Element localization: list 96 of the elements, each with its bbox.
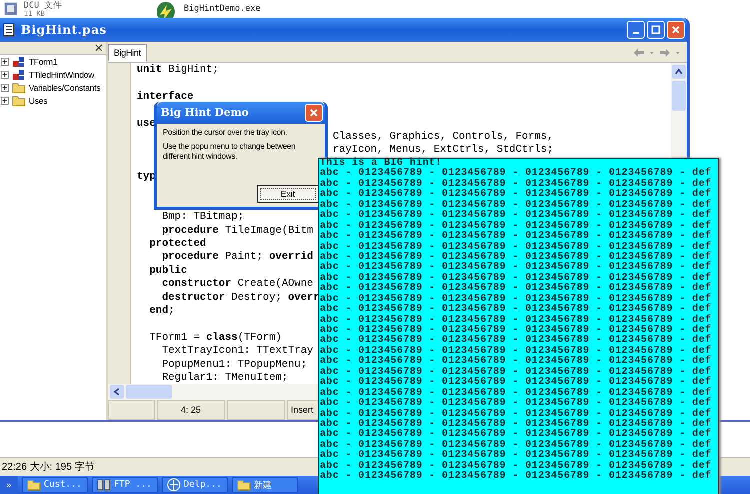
hint-line: abc - 0123456789 - 0123456789 - 0123456789 - 0123456789 - def xyxy=(320,274,712,284)
hint-line: abc - 0123456789 - 0123456789 - 0123456789 - 0123456789 - def xyxy=(320,316,712,326)
class-icon xyxy=(12,68,26,82)
hint-line: abc - 0123456789 - 0123456789 - 0123456789 - 0123456789 - def xyxy=(320,451,712,462)
insert-mode: Insert xyxy=(291,405,314,415)
scroll-thumb[interactable] xyxy=(672,81,686,111)
dialog-message: Use the popu menu to change between different hint windows. xyxy=(163,142,297,162)
taskbar-button[interactable]: 新建 xyxy=(232,477,298,493)
globe-icon xyxy=(167,478,181,492)
scroll-up-icon[interactable] xyxy=(675,68,683,76)
tree-item[interactable]: TTiledHintWindow xyxy=(29,70,94,80)
code-line: Bmp: TBitmap; xyxy=(161,211,244,224)
code-line: rayIcon, Menus, ExtCtrls, StdCtrls; xyxy=(333,144,554,158)
file-icon xyxy=(4,1,18,17)
hint-line: abc - 0123456789 - 0123456789 - 0123456789 - 0123456789 - def xyxy=(320,357,712,368)
folder-icon xyxy=(237,478,251,492)
hint-line: abc - 0123456789 - 0123456789 - 0123456789 - 0123456789 - def xyxy=(320,211,712,222)
server-icon xyxy=(97,478,111,492)
hint-line: abc - 0123456789 - 0123456789 - 0123456789 - 0123456789 - def xyxy=(320,252,712,263)
hint-line: abc - 0123456789 - 0123456789 - 0123456789 - 0123456789 - def xyxy=(320,169,712,180)
file-name[interactable]: BigHintDemo.exe xyxy=(184,4,261,14)
status-panel xyxy=(227,400,285,420)
exit-button[interactable]: Exit xyxy=(257,185,319,203)
folder-icon xyxy=(12,80,26,94)
tree-item[interactable]: TForm1 xyxy=(29,56,58,66)
scroll-left-icon[interactable] xyxy=(113,388,121,396)
hint-line: abc - 0123456789 - 0123456789 - 0123456789 - 0123456789 - def xyxy=(320,336,712,346)
quick-launch-expand[interactable]: » xyxy=(0,476,18,494)
code-line: Regular1: TMenuItem; xyxy=(161,372,288,384)
close-icon xyxy=(309,108,319,118)
hint-line: abc - 0123456789 - 0123456789 - 0123456789 - 0123456789 - def xyxy=(320,399,712,410)
hint-title: This is a BIG hint! xyxy=(320,159,442,169)
folder-icon xyxy=(27,478,41,492)
folder-icon xyxy=(12,94,26,108)
expander-icon[interactable] xyxy=(1,96,9,104)
code-line: end; xyxy=(148,305,175,318)
hint-line: abc - 0123456789 - 0123456789 - 0123456789 - 0123456789 - def xyxy=(320,378,712,388)
maximize-icon xyxy=(651,25,661,35)
close-button[interactable] xyxy=(667,21,685,39)
file-tab[interactable]: BigHint xyxy=(108,44,147,62)
taskbar-button[interactable]: Cust... xyxy=(22,477,88,493)
hint-line: abc - 0123456789 - 0123456789 - 0123456789 - 0123456789 - def xyxy=(320,368,712,378)
hint-line: abc - 0123456789 - 0123456789 - 0123456789 - 0123456789 - def xyxy=(320,294,712,305)
hint-line: abc - 0123456789 - 0123456789 - 0123456789 - 0123456789 - def xyxy=(320,190,712,200)
status-text: 22:26 大小: 195 字节 xyxy=(2,460,95,474)
code-line: Classes, Graphics, Controls, Forms, xyxy=(333,130,554,144)
expander-icon[interactable] xyxy=(1,84,9,92)
code-line: procedure Paint; overrid xyxy=(161,251,314,264)
expander-icon[interactable] xyxy=(1,70,9,78)
hint-line: abc - 0123456789 - 0123456789 - 0123456789 - 0123456789 - def xyxy=(320,180,712,190)
cursor-position: 4: 25 xyxy=(180,405,202,415)
code-line: procedure TileImage(Bitm xyxy=(161,224,314,237)
hint-line: abc - 0123456789 - 0123456789 - 0123456789 - 0123456789 - def xyxy=(320,222,712,232)
code-line: TextTrayIcon1: TTextTray xyxy=(161,345,314,358)
close-button[interactable] xyxy=(305,104,323,122)
hint-line: abc - 0123456789 - 0123456789 - 0123456789 - 0123456789 - def xyxy=(320,200,712,211)
minimize-button[interactable] xyxy=(627,21,645,39)
hint-line: abc - 0123456789 - 0123456789 - 0123456789 - 0123456789 - def xyxy=(320,326,712,336)
code-line: interface xyxy=(137,90,194,103)
expander-icon[interactable] xyxy=(1,58,9,66)
hint-line: abc - 0123456789 - 0123456789 - 0123456789 - 0123456789 - def xyxy=(320,388,712,399)
code-line: protected xyxy=(148,238,206,250)
close-icon[interactable] xyxy=(95,44,103,52)
taskbar-button[interactable]: FTP ... xyxy=(92,477,158,493)
code-line: unit BigHint; xyxy=(137,64,219,76)
code-line: constructor Create(AOwne xyxy=(161,278,314,290)
minimize-icon xyxy=(633,32,639,34)
code-line: PopupMenu1: TPopupMenu; xyxy=(161,358,308,371)
code-line: TForm1 = class(TForm) xyxy=(148,332,282,344)
hint-line: abc - 0123456789 - 0123456789 - 0123456789 - 0123456789 - def xyxy=(320,440,712,451)
hint-line: abc - 0123456789 - 0123456789 - 0123456789 - 0123456789 - def xyxy=(320,232,712,242)
hint-line: abc - 0123456789 - 0123456789 - 0123456789 - 0123456789 - def xyxy=(320,263,712,274)
code-line: public xyxy=(148,264,188,277)
dialog-title: Big Hint Demo xyxy=(161,107,249,119)
file-name[interactable]: DCU 文件 xyxy=(24,1,62,11)
document-icon xyxy=(2,23,16,37)
dialog-message: Position the cursor over the tray icon. xyxy=(163,128,288,138)
hint-line: abc - 0123456789 - 0123456789 - 0123456789 - 0123456789 - def xyxy=(320,430,712,440)
hint-line: abc - 0123456789 - 0123456789 - 0123456789 - 0123456789 - def xyxy=(320,284,712,294)
window-title: BigHint.pas xyxy=(21,23,107,37)
hint-line: abc - 0123456789 - 0123456789 - 0123456789 - 0123456789 - def xyxy=(320,420,712,430)
tree-item[interactable]: Variables/Constants xyxy=(29,82,101,92)
close-icon xyxy=(671,25,681,35)
hint-line: abc - 0123456789 - 0123456789 - 0123456789 - 0123456789 - def xyxy=(320,410,712,420)
hint-line: abc - 0123456789 - 0123456789 - 0123456789 - 0123456789 - def xyxy=(320,242,712,252)
maximize-button[interactable] xyxy=(647,21,665,39)
hint-line: abc - 0123456789 - 0123456789 - 0123456789 - 0123456789 - def xyxy=(320,305,712,316)
status-panel xyxy=(108,400,155,420)
hint-line: abc - 0123456789 - 0123456789 - 0123456789 - 0123456789 - def xyxy=(320,462,712,472)
class-icon xyxy=(12,54,26,68)
hint-line: abc - 0123456789 - 0123456789 - 0123456789 - 0123456789 - def xyxy=(320,472,712,483)
tree-item[interactable]: Uses xyxy=(29,96,48,106)
taskbar-button[interactable]: Delp... xyxy=(162,477,228,493)
scroll-thumb[interactable] xyxy=(126,385,172,399)
hint-line: abc - 0123456789 - 0123456789 - 0123456789 - 0123456789 - def xyxy=(320,346,712,357)
code-line: destructor Destroy; overr xyxy=(161,292,320,304)
